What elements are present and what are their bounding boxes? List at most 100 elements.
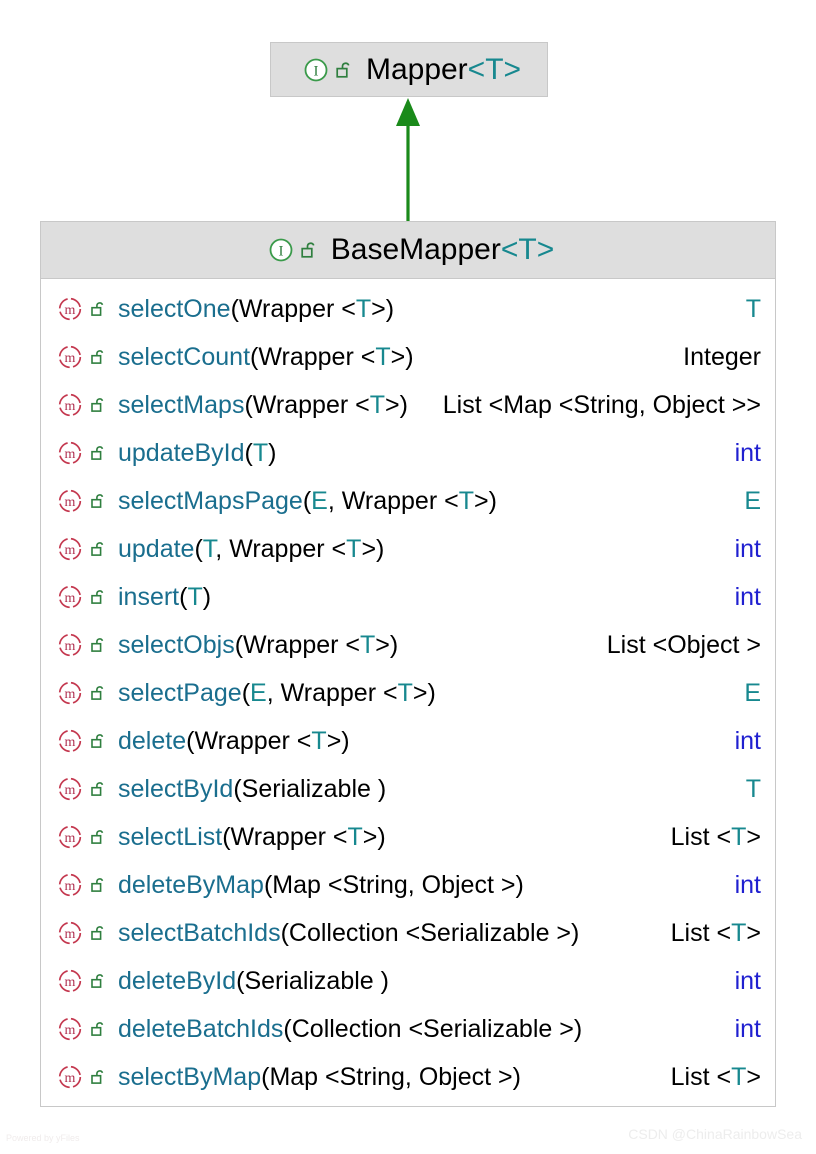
method-signature: insert(T) — [118, 583, 211, 612]
method-row[interactable]: m selectPage(E, Wrapper <T>) E — [41, 669, 775, 717]
interface-icon: I — [268, 237, 294, 263]
method-return-type: List <T> — [670, 1062, 761, 1091]
method-params: (Wrapper <T>) — [222, 822, 386, 851]
mapper-name: Mapper — [365, 52, 468, 86]
method-row[interactable]: m selectOne(Wrapper <T>) T — [41, 285, 775, 333]
method-icon: m — [57, 1016, 83, 1042]
method-return-type: E — [744, 678, 761, 707]
method-return-type: int — [734, 534, 761, 563]
method-row[interactable]: m deleteById(Serializable ) int — [41, 957, 775, 1005]
unlock-icon — [90, 636, 107, 654]
method-row[interactable]: m insert(T) int — [41, 573, 775, 621]
unlock-icon — [90, 972, 107, 990]
unlock-icon — [90, 732, 107, 750]
method-row[interactable]: m deleteByMap(Map <String, Object >) int — [41, 861, 775, 909]
method-row[interactable]: m selectObjs(Wrapper <T>) List <Object > — [41, 621, 775, 669]
svg-text:m: m — [65, 495, 76, 510]
method-params: (Collection <Serializable >) — [280, 918, 580, 947]
method-name: deleteById — [118, 966, 237, 995]
svg-text:I: I — [278, 244, 283, 260]
method-row[interactable]: m delete(Wrapper <T>) int — [41, 717, 775, 765]
method-signature: update(T, Wrapper <T>) — [118, 535, 384, 564]
mapper-class-box[interactable]: I Mapper<T> — [270, 42, 548, 97]
unlock-icon — [90, 924, 107, 942]
method-row[interactable]: m selectByMap(Map <String, Object >) List… — [41, 1053, 775, 1101]
method-return-type: int — [734, 582, 761, 611]
method-return-type: int — [734, 870, 761, 899]
method-params: (E, Wrapper <T>) — [241, 678, 436, 707]
inheritance-arrow — [388, 96, 428, 222]
method-icon: m — [57, 536, 83, 562]
method-icon: m — [57, 632, 83, 658]
method-row[interactable]: m selectList(Wrapper <T>) List <T> — [41, 813, 775, 861]
method-return-type: int — [734, 726, 761, 755]
svg-text:m: m — [65, 351, 76, 366]
svg-text:m: m — [65, 1071, 76, 1086]
unlock-icon — [90, 492, 107, 510]
method-signature: updateById(T) — [118, 439, 276, 468]
method-name: selectPage — [118, 678, 242, 707]
method-signature: selectMaps(Wrapper <T>) — [118, 391, 408, 420]
method-params: (Wrapper <T>) — [230, 294, 395, 323]
method-row[interactable]: m selectCount(Wrapper <T>) Integer — [41, 333, 775, 381]
svg-text:m: m — [65, 303, 76, 318]
method-row[interactable]: m updateById(T) int — [41, 429, 775, 477]
basemapper-generic: <T> — [500, 233, 555, 266]
unlock-icon — [90, 1068, 107, 1086]
method-name: selectMapsPage — [118, 486, 303, 515]
method-row[interactable]: m selectMapsPage(E, Wrapper <T>) E — [41, 477, 775, 525]
unlock-icon — [90, 444, 107, 462]
method-icon: m — [57, 968, 83, 994]
method-name: selectBatchIds — [118, 918, 281, 947]
method-signature: selectMapsPage(E, Wrapper <T>) — [118, 487, 497, 516]
method-signature: selectPage(E, Wrapper <T>) — [118, 679, 436, 708]
basemapper-title: BaseMapper<T> — [331, 233, 554, 267]
method-return-type: Integer — [683, 342, 761, 371]
method-row[interactable]: m selectBatchIds(Collection <Serializabl… — [41, 909, 775, 957]
method-name: insert — [118, 582, 180, 611]
svg-text:m: m — [65, 783, 76, 798]
method-row[interactable]: m selectById(Serializable ) T — [41, 765, 775, 813]
basemapper-class-box[interactable]: I BaseMapper<T> m selectOne(Wrapper <T>)… — [40, 221, 776, 1107]
method-name: selectOne — [118, 294, 231, 323]
method-signature: delete(Wrapper <T>) — [118, 727, 350, 756]
method-params: (Wrapper <T>) — [244, 390, 408, 419]
method-name: selectByMap — [118, 1062, 262, 1091]
svg-text:m: m — [65, 399, 76, 414]
unlock-icon — [90, 540, 107, 558]
yfiles-watermark: Powered by yFiles — [6, 1133, 80, 1143]
method-return-type: int — [734, 966, 761, 995]
method-row[interactable]: m selectMaps(Wrapper <T>) List <Map <Stri… — [41, 381, 775, 429]
method-return-type: List <Object > — [606, 630, 761, 659]
method-params: (Serializable ) — [233, 774, 387, 803]
method-name: selectList — [118, 822, 223, 851]
method-signature: selectOne(Wrapper <T>) — [118, 295, 394, 324]
method-list: m selectOne(Wrapper <T>) T m selectCount(… — [41, 279, 775, 1101]
method-icon: m — [57, 728, 83, 754]
method-row[interactable]: m deleteBatchIds(Collection <Serializabl… — [41, 1005, 775, 1053]
svg-text:m: m — [65, 687, 76, 702]
unlock-icon — [90, 876, 107, 894]
method-signature: selectBatchIds(Collection <Serializable … — [118, 919, 579, 948]
method-signature: deleteBatchIds(Collection <Serializable … — [118, 1015, 582, 1044]
method-icon: m — [57, 584, 83, 610]
method-return-type: E — [744, 486, 761, 515]
mapper-title: Mapper<T> — [366, 53, 521, 87]
method-icon: m — [57, 920, 83, 946]
method-params: (Wrapper <T>) — [186, 726, 350, 755]
method-name: updateById — [118, 438, 245, 467]
svg-text:m: m — [65, 591, 76, 606]
interface-icon: I — [303, 57, 329, 83]
unlock-icon — [90, 396, 107, 414]
csdn-watermark: CSDN @ChinaRainbowSea — [628, 1126, 802, 1142]
method-icon: m — [57, 776, 83, 802]
unlock-icon — [90, 588, 107, 606]
method-row[interactable]: m update(T, Wrapper <T>) int — [41, 525, 775, 573]
method-name: deleteByMap — [118, 870, 264, 899]
method-params: (Serializable ) — [236, 966, 389, 995]
svg-text:m: m — [65, 879, 76, 894]
method-icon: m — [57, 824, 83, 850]
svg-text:m: m — [65, 639, 76, 654]
method-return-type: int — [734, 1014, 761, 1043]
method-params: (Map <String, Object >) — [261, 1062, 521, 1091]
